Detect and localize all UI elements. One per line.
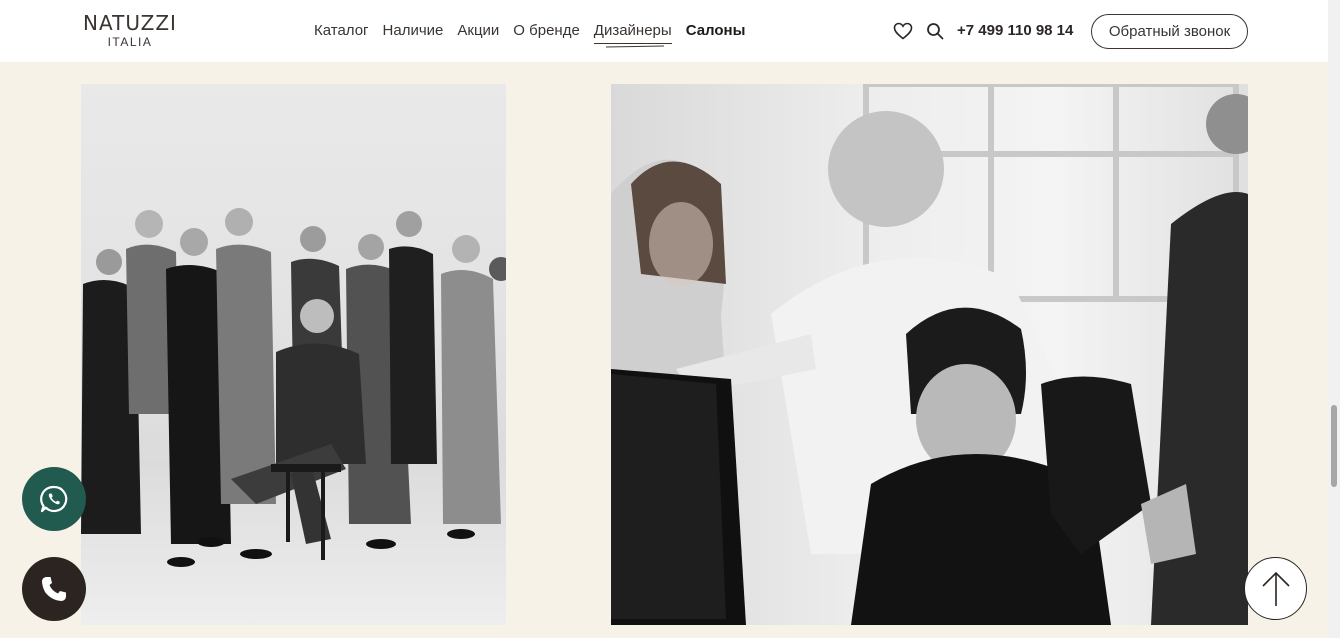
office-photo (611, 84, 1248, 625)
logo[interactable]: NATUZZI ITALIA (80, 13, 180, 49)
search-icon[interactable] (924, 20, 946, 42)
scroll-to-top-button[interactable] (1244, 557, 1307, 620)
site-header: NATUZZI ITALIA Каталог Наличие Акции О б… (0, 0, 1328, 62)
callback-button[interactable]: Обратный звонок (1091, 14, 1248, 49)
nav-item-in-stock[interactable]: Наличие (383, 22, 444, 40)
logo-main-text: NATUZZI (83, 11, 177, 35)
call-button[interactable] (22, 557, 86, 621)
main-nav: Каталог Наличие Акции О бренде Дизайнеры… (314, 22, 746, 44)
team-photo (81, 84, 506, 625)
page-scrollbar[interactable] (1328, 0, 1340, 638)
phone-number-link[interactable]: +7 499 110 98 14 (957, 22, 1073, 40)
page: NATUZZI ITALIA Каталог Наличие Акции О б… (0, 0, 1340, 638)
arrow-up-icon (1261, 571, 1290, 606)
scrollbar-thumb[interactable] (1331, 405, 1337, 487)
nav-item-salons[interactable]: Салоны (686, 22, 746, 40)
whatsapp-button[interactable] (22, 467, 86, 531)
nav-item-catalog[interactable]: Каталог (314, 22, 369, 40)
nav-item-about-brand[interactable]: О бренде (513, 22, 580, 40)
nav-item-designers[interactable]: Дизайнеры (593, 22, 672, 44)
whatsapp-icon (40, 485, 68, 513)
phone-icon (42, 577, 66, 601)
office-photo-illustration (611, 84, 1248, 625)
team-photo-illustration (81, 208, 506, 625)
logo-sub-text: ITALIA (107, 35, 153, 49)
heart-icon[interactable] (892, 20, 914, 42)
nav-item-promotions[interactable]: Акции (457, 22, 499, 40)
